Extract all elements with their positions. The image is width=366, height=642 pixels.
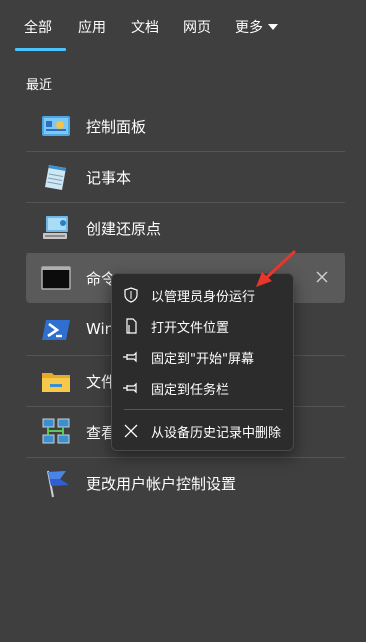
section-title-recent: 最近 xyxy=(26,78,53,93)
tab-documents[interactable]: 文档 xyxy=(131,17,159,37)
network-icon xyxy=(42,418,70,444)
list-item-uac-settings[interactable]: 更改用户帐户控制设置 xyxy=(26,458,345,508)
list-item-label: 创建还原点 xyxy=(86,220,162,238)
control-panel-icon xyxy=(42,116,70,136)
search-tabs: 全部 应用 文档 网页 更多 xyxy=(0,0,366,56)
uac-flag-icon xyxy=(47,470,69,498)
menu-item-remove-from-history[interactable]: 从设备历史记录中删除 xyxy=(112,416,295,446)
tab-more-label: 更多 xyxy=(235,20,263,36)
list-item-notepad[interactable]: 记事本 xyxy=(26,152,345,202)
pin-icon xyxy=(123,351,137,363)
pin-icon xyxy=(123,382,137,394)
folder-icon xyxy=(42,373,70,392)
selected-tab-indicator xyxy=(15,48,66,51)
tab-all[interactable]: 全部 xyxy=(24,17,52,37)
list-item-label: 记事本 xyxy=(86,169,132,187)
command-prompt-icon xyxy=(41,266,71,290)
menu-item-pin-to-start[interactable]: 固定到"开始"屏幕 xyxy=(112,342,295,372)
chevron-down-icon xyxy=(268,24,278,30)
menu-item-label: 固定到任务栏 xyxy=(151,383,230,398)
menu-item-label: 从设备历史记录中删除 xyxy=(151,426,282,441)
close-icon[interactable] xyxy=(313,268,331,286)
annotation-arrow-icon xyxy=(256,250,296,287)
system-restore-icon xyxy=(43,216,68,239)
close-icon xyxy=(124,424,138,438)
context-menu: 以管理员身份运行 打开文件位置 固定到"开始"屏幕 固定到任务栏 从设备历史记录… xyxy=(111,273,294,451)
menu-item-pin-to-taskbar[interactable]: 固定到任务栏 xyxy=(112,373,295,403)
menu-item-label: 固定到"开始"屏幕 xyxy=(151,352,254,367)
powershell-icon xyxy=(42,320,70,340)
list-item-control-panel[interactable]: 控制面板 xyxy=(26,101,345,151)
menu-item-label: 打开文件位置 xyxy=(151,321,230,336)
menu-separator xyxy=(124,409,283,410)
notepad-icon xyxy=(45,165,66,190)
list-item-label: Win xyxy=(86,320,115,338)
menu-item-open-file-location[interactable]: 打开文件位置 xyxy=(112,311,295,341)
tab-web[interactable]: 网页 xyxy=(183,17,211,37)
list-item-system-restore[interactable]: 创建还原点 xyxy=(26,203,345,253)
menu-item-label: 以管理员身份运行 xyxy=(151,290,256,305)
list-item-label: 更改用户帐户控制设置 xyxy=(86,475,237,493)
tab-more[interactable]: 更多 xyxy=(235,17,278,37)
file-location-icon xyxy=(126,318,137,334)
tab-apps[interactable]: 应用 xyxy=(78,17,106,37)
admin-shield-icon xyxy=(124,287,138,303)
list-item-label: 控制面板 xyxy=(86,118,147,136)
